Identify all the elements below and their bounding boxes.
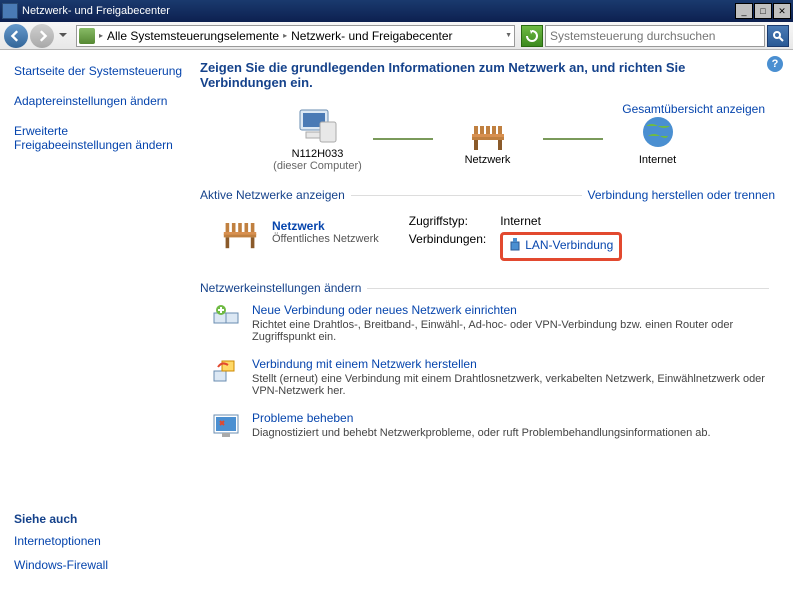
new-connection-icon bbox=[212, 303, 240, 331]
address-bar[interactable]: ▸ Alle Systemsteuerungselemente ▸ Netzwe… bbox=[76, 25, 515, 47]
setting-connect-network-desc: Stellt (erneut) eine Verbindung mit eine… bbox=[252, 373, 775, 397]
setting-troubleshoot-link[interactable]: Probleme beheben bbox=[252, 411, 353, 425]
address-dropdown[interactable]: ▼ bbox=[505, 32, 512, 39]
sidebar-windows-firewall[interactable]: Windows-Firewall bbox=[14, 558, 186, 572]
connect-network-icon bbox=[212, 357, 240, 385]
page-heading: Zeigen Sie die grundlegenden Information… bbox=[200, 60, 775, 90]
network-bench-icon bbox=[220, 214, 260, 250]
change-settings-heading: Netzwerkeinstellungen ändern bbox=[200, 281, 361, 295]
setting-new-connection: Neue Verbindung oder neues Netzwerk einr… bbox=[200, 303, 775, 343]
divider bbox=[351, 195, 582, 196]
map-internet-label: Internet bbox=[639, 154, 676, 166]
close-button[interactable]: ✕ bbox=[773, 3, 791, 19]
map-computer-name: N112H033 bbox=[292, 148, 344, 160]
back-button[interactable] bbox=[4, 24, 28, 48]
map-node-network: Netzwerk bbox=[433, 112, 543, 166]
lan-connection-link[interactable]: LAN-Verbindung bbox=[509, 238, 613, 252]
divider bbox=[367, 288, 769, 289]
help-icon[interactable]: ? bbox=[767, 56, 783, 72]
map-connection-line bbox=[373, 138, 433, 140]
setting-new-connection-link[interactable]: Neue Verbindung oder neues Netzwerk einr… bbox=[252, 303, 517, 317]
nav-history-dropdown[interactable] bbox=[56, 24, 70, 48]
sidebar-adapter-settings[interactable]: Adaptereinstellungen ändern bbox=[14, 94, 186, 108]
full-map-link[interactable]: Gesamtübersicht anzeigen bbox=[622, 102, 765, 116]
title-bar: Netzwerk- und Freigabecenter _ □ ✕ bbox=[0, 0, 793, 22]
breadcrumb-segment[interactable]: Alle Systemsteuerungselemente bbox=[107, 29, 279, 43]
search-button[interactable] bbox=[767, 25, 789, 47]
lan-connection-highlight: LAN-Verbindung bbox=[500, 232, 622, 261]
sidebar-advanced-sharing[interactable]: Erweiterte Freigabeeinstellungen ändern bbox=[14, 124, 186, 152]
access-type-value: Internet bbox=[500, 214, 622, 228]
access-type-label: Zugriffstyp: bbox=[409, 214, 486, 228]
map-node-internet: Internet bbox=[603, 112, 713, 166]
maximize-button[interactable]: □ bbox=[754, 3, 772, 19]
setting-connect-network: Verbindung mit einem Netzwerk herstellen… bbox=[200, 357, 775, 397]
see-also-heading: Siehe auch bbox=[14, 512, 186, 526]
sidebar: Startseite der Systemsteuerung Adapterei… bbox=[0, 50, 200, 596]
search-box[interactable] bbox=[545, 25, 765, 47]
connect-disconnect-link[interactable]: Verbindung herstellen oder trennen bbox=[588, 188, 775, 202]
network-type-label: Öffentliches Netzwerk bbox=[272, 233, 379, 245]
sidebar-internet-options[interactable]: Internetoptionen bbox=[14, 534, 186, 548]
computer-icon bbox=[296, 106, 340, 146]
map-network-label: Netzwerk bbox=[465, 154, 511, 166]
setting-connect-network-link[interactable]: Verbindung mit einem Netzwerk herstellen bbox=[252, 357, 477, 371]
ethernet-icon bbox=[509, 238, 521, 252]
refresh-button[interactable] bbox=[521, 25, 543, 47]
main-content: ? Zeigen Sie die grundlegenden Informati… bbox=[200, 50, 793, 596]
active-networks-heading: Aktive Netzwerke anzeigen bbox=[200, 188, 345, 202]
breadcrumb-segment[interactable]: Netzwerk- und Freigabecenter bbox=[291, 29, 452, 43]
setting-troubleshoot: Probleme beheben Diagnostiziert und behe… bbox=[200, 411, 775, 439]
map-connection-line bbox=[543, 138, 603, 140]
sidebar-home[interactable]: Startseite der Systemsteuerung bbox=[14, 64, 186, 78]
setting-troubleshoot-desc: Diagnostiziert und behebt Netzwerkproble… bbox=[252, 427, 711, 439]
window-title: Netzwerk- und Freigabecenter bbox=[22, 5, 735, 17]
setting-new-connection-desc: Richtet eine Drahtlos-, Breitband-, Einw… bbox=[252, 319, 775, 343]
troubleshoot-icon bbox=[212, 411, 240, 439]
connections-label: Verbindungen: bbox=[409, 232, 486, 261]
chevron-right-icon: ▸ bbox=[283, 31, 287, 40]
minimize-button[interactable]: _ bbox=[735, 3, 753, 19]
app-icon bbox=[2, 3, 18, 19]
control-panel-icon bbox=[79, 28, 95, 44]
map-node-computer: N112H033 (dieser Computer) bbox=[263, 106, 373, 172]
search-input[interactable] bbox=[550, 29, 760, 43]
forward-button[interactable] bbox=[30, 24, 54, 48]
map-computer-sub: (dieser Computer) bbox=[273, 160, 362, 172]
toolbar: ▸ Alle Systemsteuerungselemente ▸ Netzwe… bbox=[0, 22, 793, 50]
chevron-right-icon: ▸ bbox=[99, 31, 103, 40]
network-icon bbox=[466, 112, 510, 152]
globe-icon bbox=[636, 112, 680, 152]
network-name-link[interactable]: Netzwerk bbox=[272, 219, 325, 233]
network-map: Gesamtübersicht anzeigen N112H033 (diese… bbox=[200, 96, 775, 184]
